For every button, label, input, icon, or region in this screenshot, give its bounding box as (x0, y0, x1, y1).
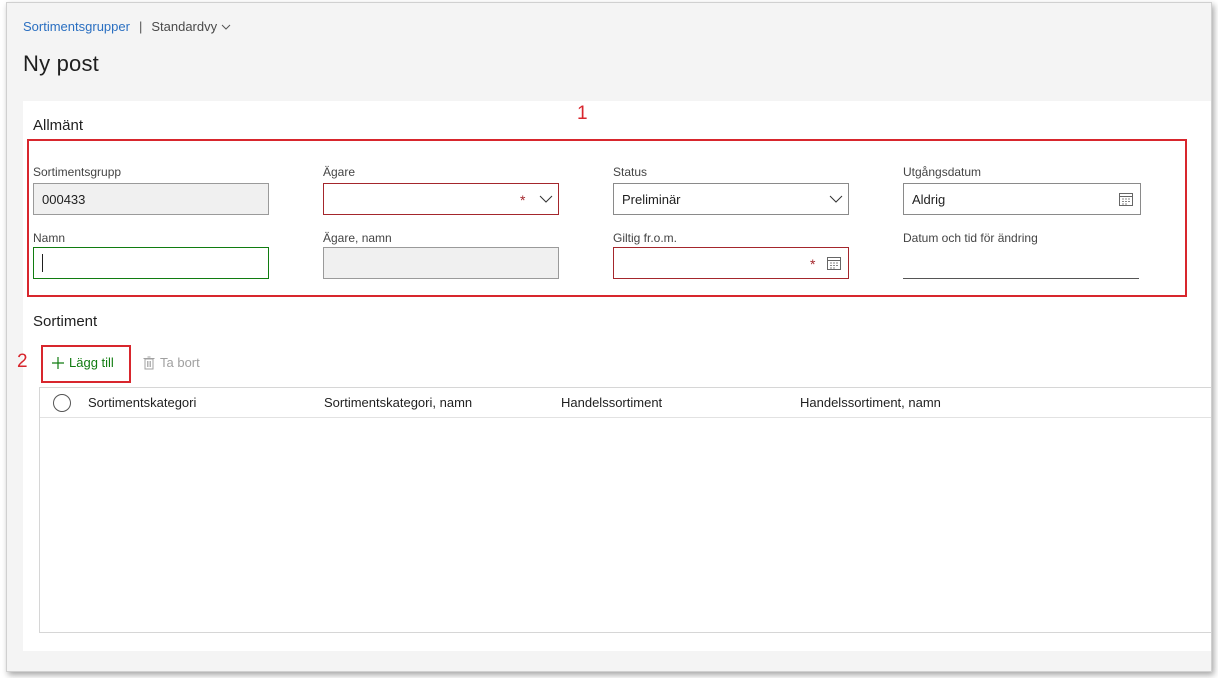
breadcrumb-link[interactable]: Sortimentsgrupper (23, 19, 130, 34)
annotation-box-2 (41, 345, 131, 383)
section-assortment-title[interactable]: Sortiment (33, 313, 97, 330)
annotation-number-2: 2 (17, 351, 28, 372)
assortment-grid: Sortimentskategori Sortimentskategori, n… (39, 387, 1211, 633)
app-window: Sortimentsgrupper | Standardvy Ny post A… (6, 2, 1212, 672)
view-name: Standardvy (151, 19, 218, 34)
annotation-box-1 (27, 139, 1187, 297)
column-header[interactable]: Handelssortiment (561, 395, 662, 410)
delete-button-label: Ta bort (160, 355, 200, 370)
page-title: Ny post (23, 51, 99, 76)
breadcrumb: Sortimentsgrupper | Standardvy (23, 19, 231, 34)
delete-button[interactable]: Ta bort (143, 355, 200, 370)
chevron-down-icon (221, 24, 231, 30)
column-header[interactable]: Handelssortiment, namn (800, 395, 941, 410)
trash-icon (143, 356, 155, 369)
view-selector[interactable]: Standardvy (151, 19, 231, 34)
column-header[interactable]: Sortimentskategori, namn (324, 395, 472, 410)
section-general-title[interactable]: Allmänt (33, 117, 83, 134)
select-all-checkbox[interactable] (53, 394, 71, 412)
annotation-number-1: 1 (577, 103, 588, 124)
breadcrumb-separator: | (138, 19, 143, 34)
grid-header: Sortimentskategori Sortimentskategori, n… (40, 388, 1211, 418)
column-header[interactable]: Sortimentskategori (88, 395, 196, 410)
form-card: Allmänt Sortimentsgrupp 000433 Ägare * S… (17, 101, 1211, 651)
